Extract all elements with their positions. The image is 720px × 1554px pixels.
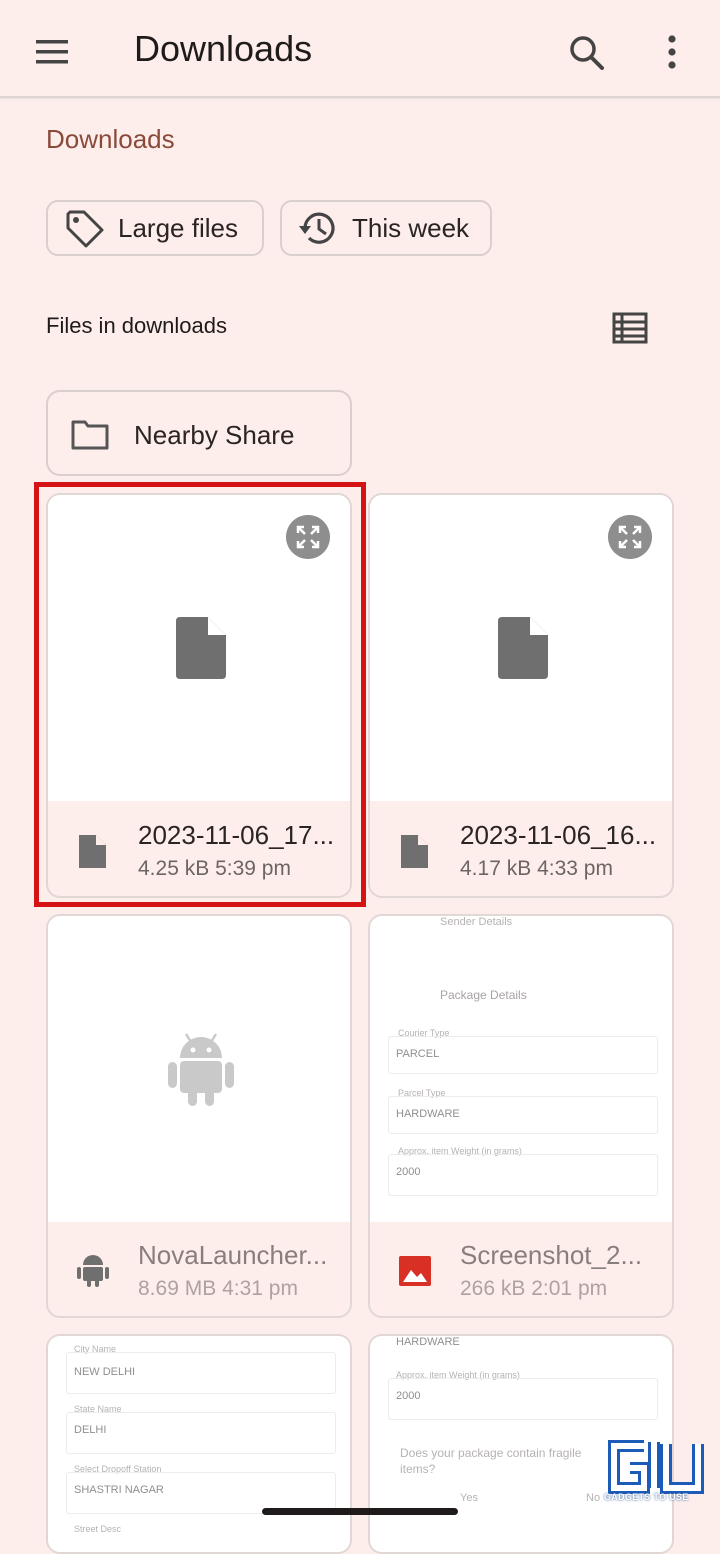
- file-size: 266 kB: [460, 1277, 526, 1300]
- file-time: 4:33 pm: [537, 857, 613, 880]
- preview-text: Sender Details: [440, 916, 513, 928]
- preview-text: DELHI: [74, 1424, 107, 1436]
- preview-field: [388, 1154, 658, 1196]
- this-week-chip[interactable]: This week: [280, 200, 492, 256]
- tag-icon: [66, 210, 104, 248]
- preview-text: Does your package contain fragile: [400, 1446, 582, 1460]
- folder-label: Nearby Share: [134, 420, 295, 450]
- file-card[interactable]: NovaLauncher... 8.69 MB 4:31 pm: [46, 914, 352, 1318]
- preview-text: No: [586, 1492, 601, 1504]
- image-icon: [399, 1256, 431, 1286]
- android-small-icon: [77, 1255, 109, 1287]
- file-thumbnail: Sender Details Package Details Courier T…: [370, 916, 672, 1222]
- search-icon[interactable]: [564, 30, 608, 74]
- more-vert-icon[interactable]: [650, 30, 694, 74]
- preview-text: SHASTRI NAGAR: [74, 1484, 164, 1496]
- preview-field: [66, 1412, 336, 1454]
- file-thumbnail: City Name NEW DELHI State Name DELHI Sel…: [48, 1336, 350, 1552]
- watermark-text: GADGETS TO USE: [604, 1492, 689, 1502]
- preview-text: NEW DELHI: [74, 1366, 136, 1378]
- large-files-chip[interactable]: Large files: [46, 200, 264, 256]
- preview-text: PARCEL: [396, 1048, 440, 1060]
- preview-field: [388, 1378, 658, 1420]
- android-icon: [168, 1033, 234, 1106]
- top-app-bar: Downloads: [0, 0, 720, 98]
- large-files-chip-label: Large files: [118, 212, 238, 243]
- history-icon: [299, 212, 335, 244]
- section-title: Files in downloads: [46, 313, 227, 338]
- file-card[interactable]: Sender Details Package Details Courier T…: [368, 914, 674, 1318]
- list-view-icon[interactable]: [608, 308, 652, 348]
- breadcrumb[interactable]: Downloads: [46, 124, 175, 155]
- document-small-icon: [401, 835, 428, 868]
- file-time: 4:31 pm: [222, 1277, 298, 1300]
- preview-text: HARDWARE: [396, 1108, 460, 1120]
- preview-text: Street Desc: [74, 1524, 122, 1534]
- folder-icon: [71, 420, 109, 450]
- preview-text: 2000: [396, 1166, 421, 1178]
- preview-text: items?: [400, 1462, 436, 1476]
- folder-nearby-share[interactable]: Nearby Share: [46, 390, 352, 476]
- preview-text: HARDWARE: [396, 1336, 460, 1348]
- file-size: 4.17 kB: [460, 857, 532, 880]
- file-meta: 4.17 kB 4:33 pm: [460, 857, 613, 881]
- preview-text: 2000: [396, 1390, 421, 1402]
- file-time: 2:01 pm: [531, 1277, 608, 1300]
- expand-icon[interactable]: [608, 515, 652, 559]
- this-week-chip-label: This week: [352, 212, 470, 243]
- preview-text: Package Details: [440, 988, 527, 1002]
- hamburger-menu-icon[interactable]: [30, 30, 74, 74]
- file-card[interactable]: City Name NEW DELHI State Name DELHI Sel…: [46, 1334, 352, 1554]
- file-name: Screenshot_2...: [460, 1240, 643, 1270]
- preview-text: Yes: [460, 1492, 478, 1504]
- file-meta: 266 kB 2:01 pm: [460, 1277, 607, 1301]
- file-name: 2023-11-06_16...: [460, 820, 657, 850]
- home-indicator[interactable]: [262, 1508, 458, 1515]
- page-title: Downloads: [134, 28, 313, 69]
- file-card[interactable]: 2023-11-06_16... 4.17 kB 4:33 pm: [368, 493, 674, 898]
- highlight-box: [34, 482, 366, 907]
- file-meta: 8.69 MB 4:31 pm: [138, 1277, 298, 1301]
- file-size: 8.69 MB: [138, 1277, 217, 1300]
- document-icon: [498, 617, 548, 679]
- file-name: NovaLauncher...: [138, 1240, 328, 1270]
